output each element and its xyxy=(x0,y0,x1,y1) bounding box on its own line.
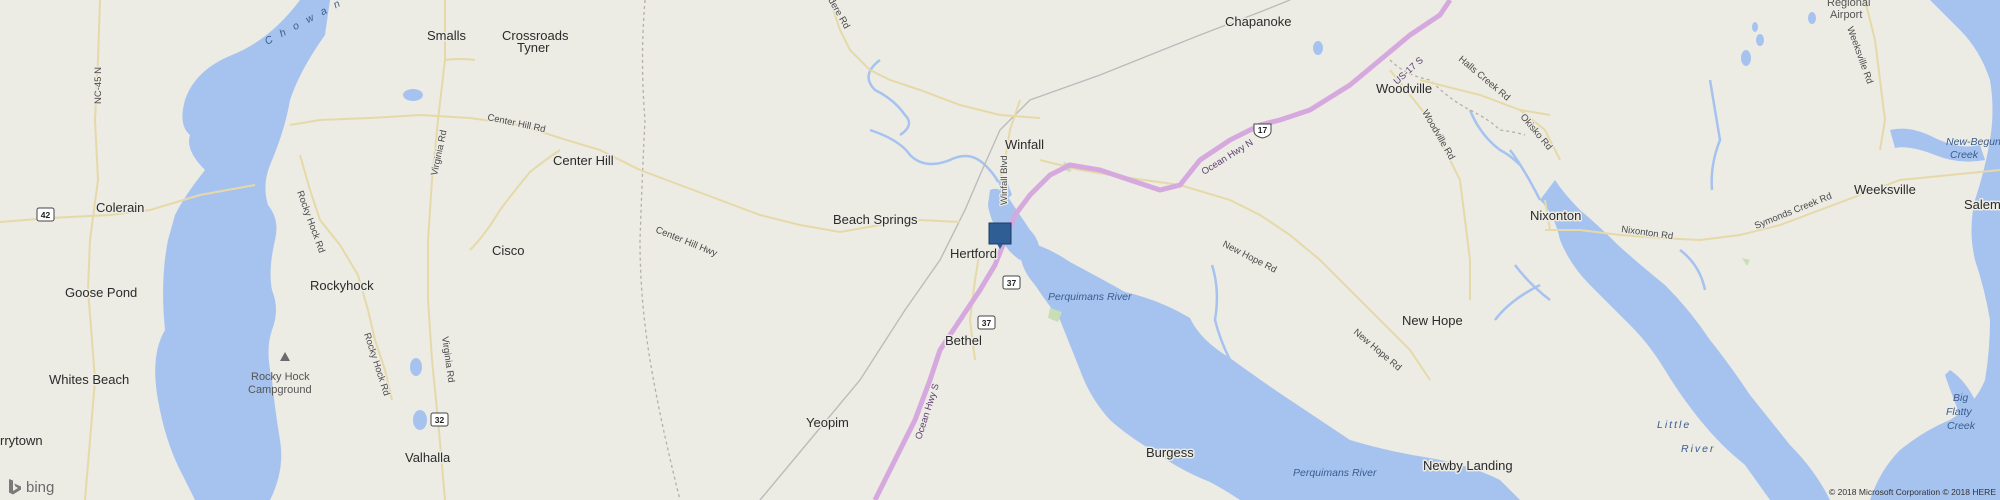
shield-nc37b: 37 xyxy=(977,315,996,330)
svg-text:32: 32 xyxy=(435,415,445,425)
poi-label-rocky-hock-2: Campground xyxy=(248,384,312,396)
poi-label-airport-1: Regional xyxy=(1827,0,1870,9)
place-label-new-hope: New Hope xyxy=(1402,313,1463,328)
place-label-center-hill: Center Hill xyxy=(553,153,614,168)
place-label-chapanoke: Chapanoke xyxy=(1225,14,1292,29)
shield-nc42: 42 xyxy=(36,207,55,222)
place-label-tyner: Tyner xyxy=(517,40,550,55)
copyright-text: © 2018 Microsoft Corporation © 2018 HERE xyxy=(1828,487,1996,497)
water-label-perquimans-1: Perquimans River xyxy=(1048,291,1132,303)
place-label-hertford: Hertford xyxy=(950,246,997,261)
place-label-nixonton: Nixonton xyxy=(1530,208,1581,223)
road-label-nc45n: NC-45 N xyxy=(93,67,104,104)
place-label-whites-beach: Whites Beach xyxy=(49,372,129,387)
shield-nc32: 32 xyxy=(430,412,449,427)
water-label-big-flatty-1: Big xyxy=(1953,392,1968,404)
place-label-colerain: Colerain xyxy=(96,200,144,215)
svg-text:17: 17 xyxy=(1258,125,1268,135)
water-label-new-begun-1: New-Begun xyxy=(1946,136,2000,148)
place-label-winfall: Winfall xyxy=(1005,137,1044,152)
shield-us17: 17 xyxy=(1253,123,1272,139)
place-label-beach-springs: Beach Springs xyxy=(833,212,918,227)
place-label-salem: Salem xyxy=(1964,197,2000,212)
water-label-perquimans-2: Perquimans River xyxy=(1293,467,1377,479)
place-label-newby-landing: Newby Landing xyxy=(1423,458,1513,473)
bing-logo: bing xyxy=(8,478,54,496)
water-label-little-river-2: River xyxy=(1681,443,1716,455)
place-label-rrytown: rrytown xyxy=(0,433,43,448)
bing-icon xyxy=(9,479,21,495)
water-label-little-river-1: Little xyxy=(1657,419,1691,431)
place-label-smalls: Smalls xyxy=(427,28,467,43)
place-label-woodville: Woodville xyxy=(1376,81,1432,96)
map-view[interactable]: Center Hill Rd Center Hill Hwy Virginia … xyxy=(0,0,2000,500)
water-label-big-flatty-3: Creek xyxy=(1947,420,1976,432)
water-label-new-begun-2: Creek xyxy=(1950,149,1979,161)
water-label-big-flatty-2: Flatty xyxy=(1946,406,1972,418)
place-label-yeopim: Yeopim xyxy=(806,415,849,430)
svg-text:42: 42 xyxy=(41,210,51,220)
svg-text:37: 37 xyxy=(982,318,992,328)
svg-text:37: 37 xyxy=(1007,278,1017,288)
place-label-cisco: Cisco xyxy=(492,243,525,258)
poi-label-airport-2: Airport xyxy=(1830,9,1862,21)
place-label-weeksville: Weeksville xyxy=(1854,182,1916,197)
place-label-rockyhock: Rockyhock xyxy=(310,278,374,293)
poi-label-rocky-hock-1: Rocky Hock xyxy=(251,371,310,383)
road-label-winfall-blvd: Winfall Blvd xyxy=(999,155,1010,205)
shield-nc37a: 37 xyxy=(1002,275,1021,290)
brand-text: bing xyxy=(26,478,55,496)
place-label-valhalla: Valhalla xyxy=(405,450,451,465)
pin-icon xyxy=(988,222,1012,245)
place-label-burgess: Burgess xyxy=(1146,445,1194,460)
place-label-goose-pond: Goose Pond xyxy=(65,285,137,300)
place-label-bethel: Bethel xyxy=(945,333,982,348)
